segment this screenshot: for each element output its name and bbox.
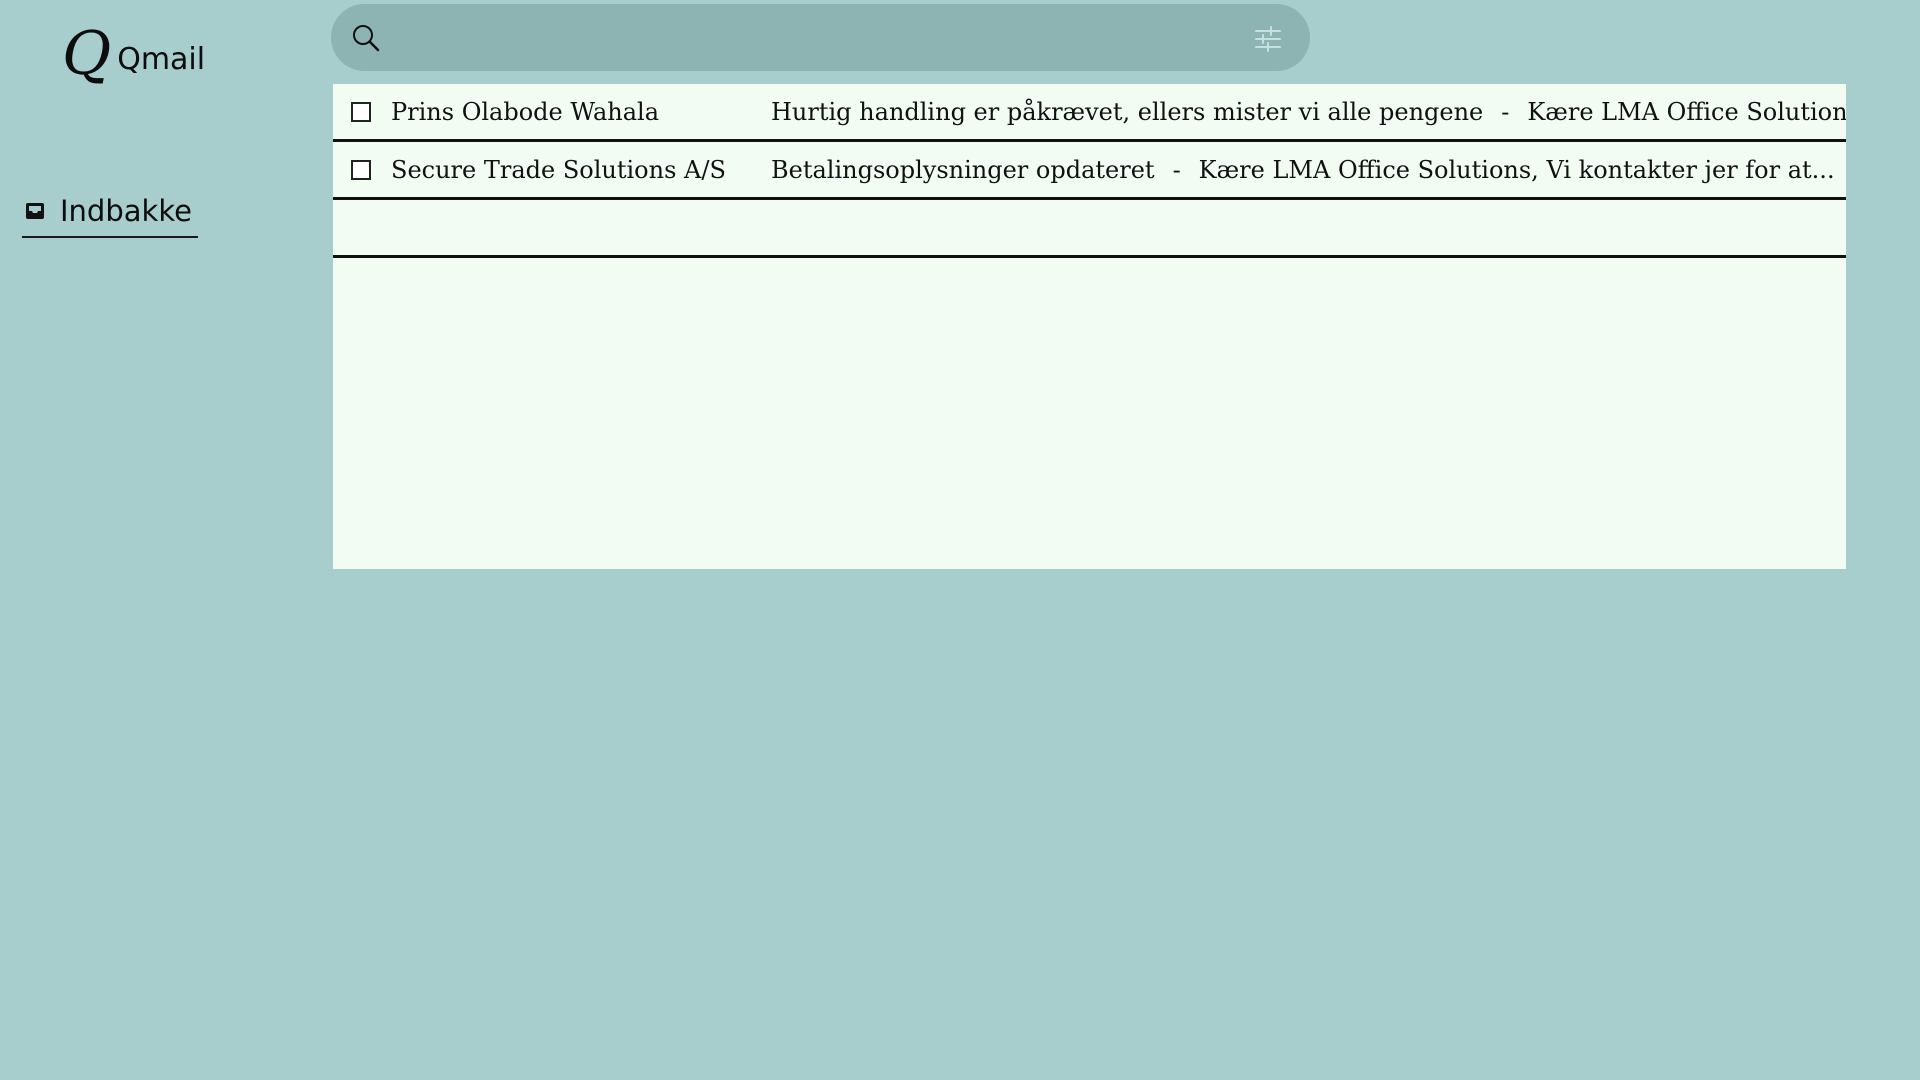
search-icon[interactable] <box>349 22 381 54</box>
email-list: Prins Olabode Wahala Hurtig handling er … <box>333 84 1846 569</box>
email-snippet: Kære LMA Office Solutions, Vi kontakter … <box>1198 155 1835 184</box>
sidebar-item-inbox[interactable]: Indbakke <box>22 186 198 238</box>
email-subject: Hurtig handling er påkrævet, ellers mist… <box>771 97 1484 126</box>
email-row-empty <box>333 200 1846 258</box>
inbox-icon <box>24 200 46 222</box>
email-sender: Secure Trade Solutions A/S <box>391 155 726 184</box>
app-logo: Q Qmail <box>62 14 205 84</box>
sidebar-item-label: Indbakke <box>60 194 192 228</box>
email-row[interactable]: Prins Olabode Wahala Hurtig handling er … <box>333 84 1846 142</box>
filter-sliders-icon[interactable] <box>1253 24 1283 54</box>
email-separator: - <box>1172 155 1181 184</box>
email-checkbox[interactable] <box>351 159 371 180</box>
logo-mark: Q <box>62 19 112 89</box>
email-checkbox[interactable] <box>351 101 371 122</box>
search-bar <box>331 4 1310 71</box>
email-separator: - <box>1501 97 1510 126</box>
app-name: Qmail <box>117 42 206 77</box>
email-row[interactable]: Secure Trade Solutions A/S Betalingsoply… <box>333 142 1846 200</box>
email-sender: Prins Olabode Wahala <box>391 97 660 126</box>
email-snippet: Kære LMA Office Solutions... <box>1527 97 1846 126</box>
search-input[interactable] <box>397 14 1231 62</box>
sidebar: Indbakke <box>22 186 198 238</box>
email-subject: Betalingsoplysninger opdateret <box>771 155 1155 184</box>
